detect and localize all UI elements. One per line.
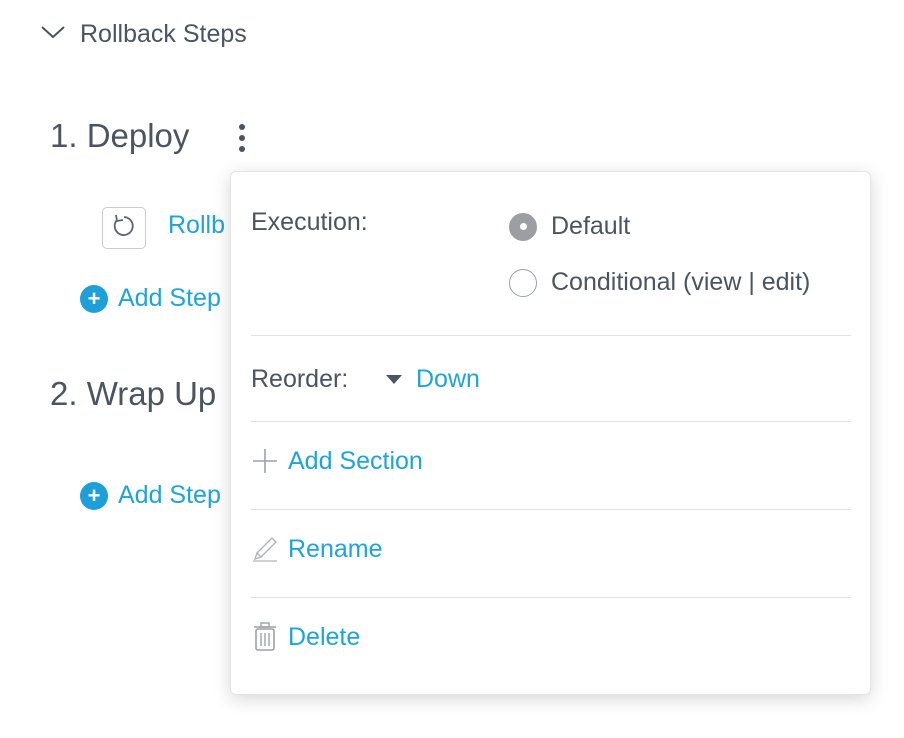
trash-icon	[251, 622, 279, 652]
section-label: Rollback Steps	[80, 20, 247, 48]
delete-label: Delete	[288, 622, 361, 651]
add-section-button[interactable]: Add Section	[251, 446, 423, 476]
rollback-icon	[111, 213, 137, 244]
caret-down-icon	[386, 375, 402, 384]
group-title-deploy: 1. Deploy	[50, 117, 190, 154]
delete-button[interactable]: Delete	[251, 622, 360, 652]
add-step-label: Add Step	[118, 284, 221, 312]
add-step-button-deploy[interactable]: + Add Step	[80, 284, 221, 313]
add-section-label: Add Section	[288, 446, 423, 475]
pencil-icon	[251, 534, 279, 564]
add-step-button-wrap-up[interactable]: + Add Step	[80, 481, 221, 510]
plus-circle-icon: +	[80, 284, 108, 313]
group-title-wrap-up: 2. Wrap Up	[50, 375, 217, 412]
divider	[251, 509, 851, 510]
workflow-page: Rollback Steps 1. Deploy Rollb + Add Ste…	[0, 0, 904, 738]
execution-option-label: Conditional (view | edit)	[551, 268, 811, 296]
radio-unchecked-icon[interactable]	[509, 268, 537, 297]
reorder-dropdown[interactable]: Down	[386, 365, 480, 394]
plus-circle-icon: +	[80, 481, 108, 510]
reorder-value: Down	[416, 365, 480, 393]
radio-checked-icon[interactable]	[509, 212, 537, 241]
execution-label: Execution:	[251, 208, 368, 236]
rename-button[interactable]: Rename	[251, 534, 383, 564]
step-link-rollback[interactable]: Rollb	[168, 211, 225, 240]
step-icon	[102, 207, 146, 249]
reorder-label: Reorder:	[251, 365, 349, 393]
execution-option-default[interactable]: Default	[509, 212, 630, 241]
rollback-steps-header[interactable]: Rollback Steps	[40, 20, 247, 49]
divider	[251, 335, 851, 336]
execution-option-label: Default	[551, 212, 631, 240]
add-step-label: Add Step	[118, 481, 221, 509]
group-options-popup: Execution: Default Conditional (view | e…	[230, 171, 871, 695]
chevron-down-icon	[40, 24, 66, 45]
rename-label: Rename	[288, 534, 383, 563]
execution-option-conditional[interactable]: Conditional (view | edit)	[509, 268, 810, 297]
divider	[251, 421, 851, 422]
divider	[251, 597, 851, 598]
plus-icon	[251, 446, 279, 476]
group-options-kebab-icon[interactable]	[230, 120, 254, 160]
